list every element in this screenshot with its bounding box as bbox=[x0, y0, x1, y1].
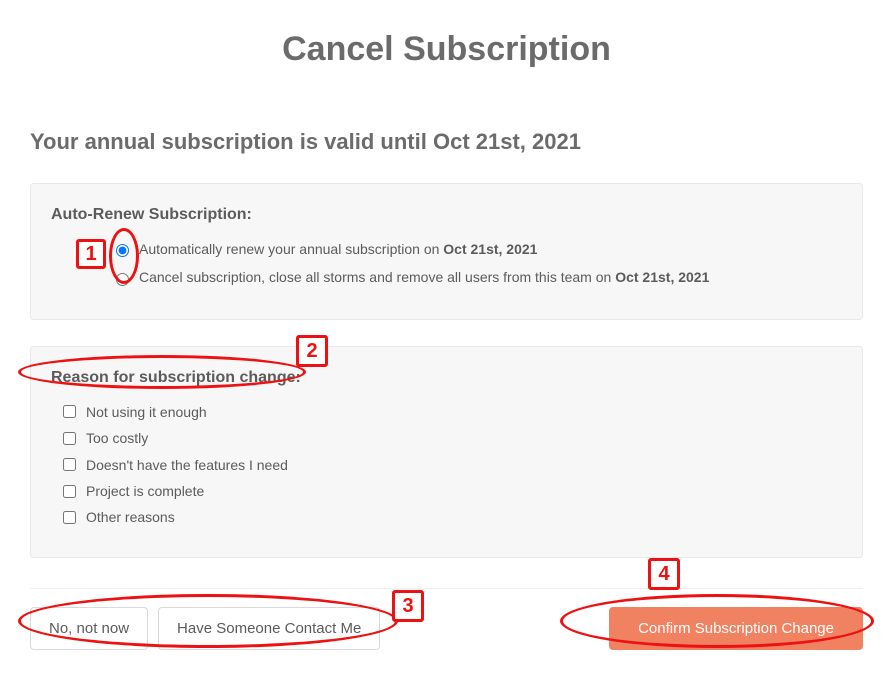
auto-renew-option-renew[interactable]: Automatically renew your annual subscrip… bbox=[111, 238, 842, 260]
auto-renew-option-text: Automatically renew your annual subscrip… bbox=[139, 238, 537, 260]
validity-date: Oct 21st, 2021 bbox=[433, 129, 581, 154]
reason-checkbox[interactable] bbox=[63, 485, 76, 498]
auto-renew-radio-cancel[interactable] bbox=[116, 273, 129, 286]
reason-title: Reason for subscription change: bbox=[51, 369, 842, 387]
reason-label: Not using it enough bbox=[86, 401, 207, 423]
reason-panel: Reason for subscription change: Not usin… bbox=[30, 346, 863, 558]
reason-option-project-complete[interactable]: Project is complete bbox=[59, 480, 842, 502]
no-not-now-button[interactable]: No, not now bbox=[30, 607, 148, 650]
divider bbox=[30, 588, 863, 589]
auto-renew-option-cancel[interactable]: Cancel subscription, close all storms an… bbox=[111, 266, 842, 288]
auto-renew-option-text: Cancel subscription, close all storms an… bbox=[139, 266, 709, 288]
auto-renew-panel: Auto-Renew Subscription: Automatically r… bbox=[30, 183, 863, 320]
reason-option-other[interactable]: Other reasons bbox=[59, 506, 842, 528]
have-someone-contact-me-button[interactable]: Have Someone Contact Me bbox=[158, 607, 380, 650]
auto-renew-title: Auto-Renew Subscription: bbox=[51, 206, 842, 224]
auto-renew-radio-renew[interactable] bbox=[116, 244, 129, 257]
reason-checkbox[interactable] bbox=[63, 458, 76, 471]
reason-label: Other reasons bbox=[86, 506, 175, 528]
reason-option-not-using[interactable]: Not using it enough bbox=[59, 401, 842, 423]
reason-label: Project is complete bbox=[86, 480, 204, 502]
reason-label: Doesn't have the features I need bbox=[86, 454, 288, 476]
reason-checkbox[interactable] bbox=[63, 405, 76, 418]
reason-label: Too costly bbox=[86, 427, 148, 449]
reason-checkbox[interactable] bbox=[63, 511, 76, 524]
validity-text: Your annual subscription is valid until bbox=[30, 129, 433, 154]
reason-option-missing-features[interactable]: Doesn't have the features I need bbox=[59, 454, 842, 476]
page-title: Cancel Subscription bbox=[30, 30, 863, 69]
validity-subhead: Your annual subscription is valid until … bbox=[30, 129, 863, 155]
reason-option-too-costly[interactable]: Too costly bbox=[59, 427, 842, 449]
reason-checkbox[interactable] bbox=[63, 432, 76, 445]
confirm-subscription-change-button[interactable]: Confirm Subscription Change bbox=[609, 607, 863, 650]
actions-row: No, not now Have Someone Contact Me Conf… bbox=[30, 607, 863, 650]
